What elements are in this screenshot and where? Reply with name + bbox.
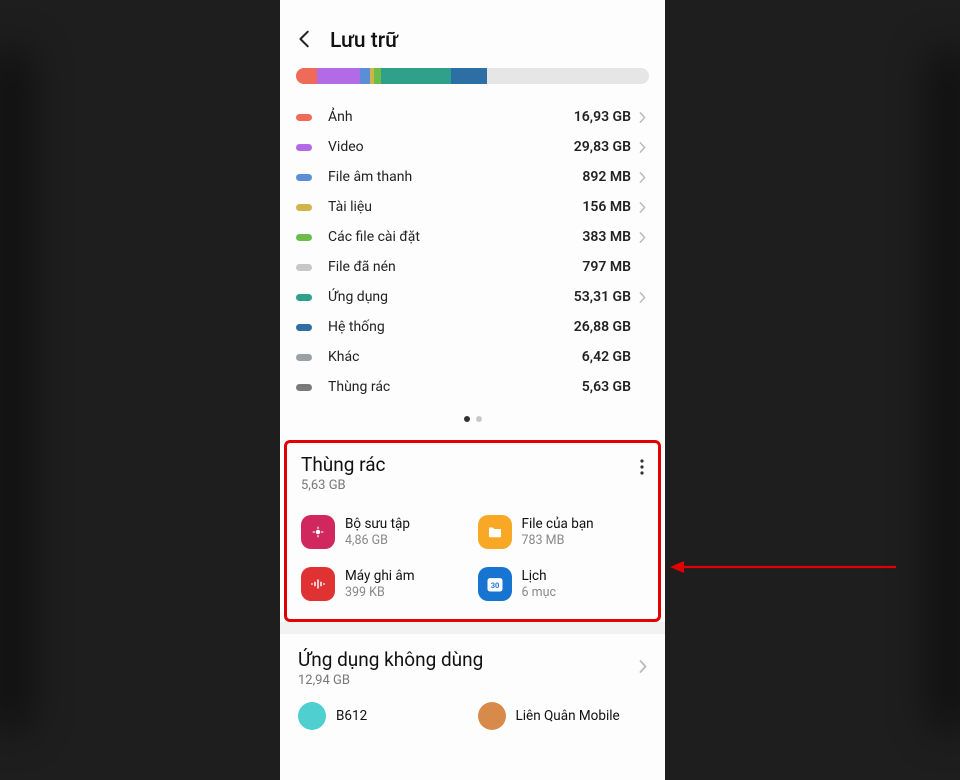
trash-app-size: 783 MB [522,533,594,549]
trash-title: Thùng rác [301,453,386,476]
category-row[interactable]: Ảnh16,93 GB [296,102,649,132]
chevron-right-icon [635,292,649,303]
category-size: 156 MB [582,199,631,215]
category-color-dot [296,324,312,331]
trash-app-item[interactable]: 30 Lịch6 mục [478,567,645,601]
trash-app-item[interactable]: Máy ghi âm399 KB [301,567,468,601]
pager-dot[interactable] [476,416,482,422]
chevron-right-icon [639,658,647,677]
category-list: Ảnh16,93 GBVideo29,83 GBFile âm thanh892… [280,102,665,402]
category-label: Các file cài đặt [328,229,582,245]
unused-title: Ứng dụng không dùng [298,648,483,671]
svg-text:30: 30 [490,581,499,590]
storage-usage-bar [296,68,649,84]
storage-segment [296,68,317,84]
category-label: File âm thanh [328,169,582,185]
unused-app-item[interactable]: Liên Quân Mobile [478,702,648,730]
category-color-dot [296,144,312,151]
storage-segment [381,68,452,84]
category-row[interactable]: Video29,83 GB [296,132,649,162]
category-label: Video [328,139,574,155]
app-icon [478,702,506,730]
trash-app-size: 399 KB [345,585,415,601]
trash-section-header[interactable]: Thùng rác 5,63 GB [301,453,644,493]
category-color-dot [296,384,312,391]
category-size: 26,88 GB [574,319,631,335]
category-size: 5,63 GB [582,379,631,395]
storage-screen: Lưu trữ Ảnh16,93 GBVideo29,83 GBFile âm … [280,0,665,780]
category-label: File đã nén [328,259,582,275]
category-row: File đã nén797 MB [296,252,649,282]
unused-app-item[interactable]: B612 [298,702,468,730]
category-row[interactable]: Tài liệu156 MB [296,192,649,222]
category-color-dot [296,174,312,181]
pager-dot[interactable] [464,416,470,422]
trash-app-label: File của bạn [522,516,594,533]
unused-apps-list: B612 Liên Quân Mobile [280,692,665,730]
cal-icon: 30 [478,567,512,601]
trash-size: 5,63 GB [301,478,386,493]
chevron-right-icon [635,232,649,243]
category-size: 53,31 GB [574,289,631,305]
annotation-arrow [668,557,898,577]
trash-app-label: Lịch [522,568,557,585]
voice-icon [301,567,335,601]
chevron-right-icon [635,172,649,183]
category-row[interactable]: File âm thanh892 MB [296,162,649,192]
category-size: 16,93 GB [574,109,631,125]
chevron-right-icon [635,142,649,153]
files-icon [478,515,512,549]
category-color-dot [296,354,312,361]
category-size: 383 MB [582,229,631,245]
trash-app-label: Máy ghi âm [345,568,415,585]
back-icon[interactable] [294,28,316,54]
category-label: Hệ thống [328,319,574,335]
section-separator [280,622,665,634]
chevron-right-icon [635,202,649,213]
trash-apps-grid: Bộ sưu tập4,86 GB File của bạn783 MB Máy g… [301,515,644,601]
trash-section-highlight: Thùng rác 5,63 GB Bộ sưu tập4,86 GB File … [284,440,661,622]
category-size: 797 MB [582,259,631,275]
storage-segment [317,68,359,84]
category-color-dot [296,204,312,211]
trash-app-item[interactable]: File của bạn783 MB [478,515,645,549]
trash-app-size: 6 mục [522,585,557,601]
category-row[interactable]: Ứng dụng53,31 GB [296,282,649,312]
unused-app-name: B612 [336,708,367,725]
category-row[interactable]: Các file cài đặt383 MB [296,222,649,252]
category-color-dot [296,264,312,271]
category-color-dot [296,234,312,241]
unused-app-name: Liên Quân Mobile [516,708,620,725]
gallery-icon [301,515,335,549]
category-label: Khác [328,349,582,365]
category-size: 29,83 GB [574,139,631,155]
category-label: Tài liệu [328,199,582,215]
category-row: Khác6,42 GB [296,342,649,372]
trash-app-label: Bộ sưu tập [345,516,410,533]
more-icon[interactable] [640,459,644,479]
category-row: Thùng rác5,63 GB [296,372,649,402]
unused-apps-section[interactable]: Ứng dụng không dùng 12,94 GB [280,634,665,692]
page-indicator [280,416,665,422]
category-label: Thùng rác [328,379,582,395]
header: Lưu trữ [280,0,665,68]
trash-app-size: 4,86 GB [345,533,410,549]
category-size: 6,42 GB [582,349,631,365]
category-label: Ứng dụng [328,289,574,305]
page-title: Lưu trữ [330,29,398,53]
app-icon [298,702,326,730]
storage-segment [360,68,371,84]
chevron-right-icon [635,112,649,123]
storage-segment [451,68,486,84]
storage-segment [374,68,381,84]
category-row: Hệ thống26,88 GB [296,312,649,342]
trash-app-item[interactable]: Bộ sưu tập4,86 GB [301,515,468,549]
category-label: Ảnh [328,109,574,125]
category-color-dot [296,294,312,301]
category-size: 892 MB [582,169,631,185]
unused-size: 12,94 GB [298,673,483,688]
category-color-dot [296,114,312,121]
